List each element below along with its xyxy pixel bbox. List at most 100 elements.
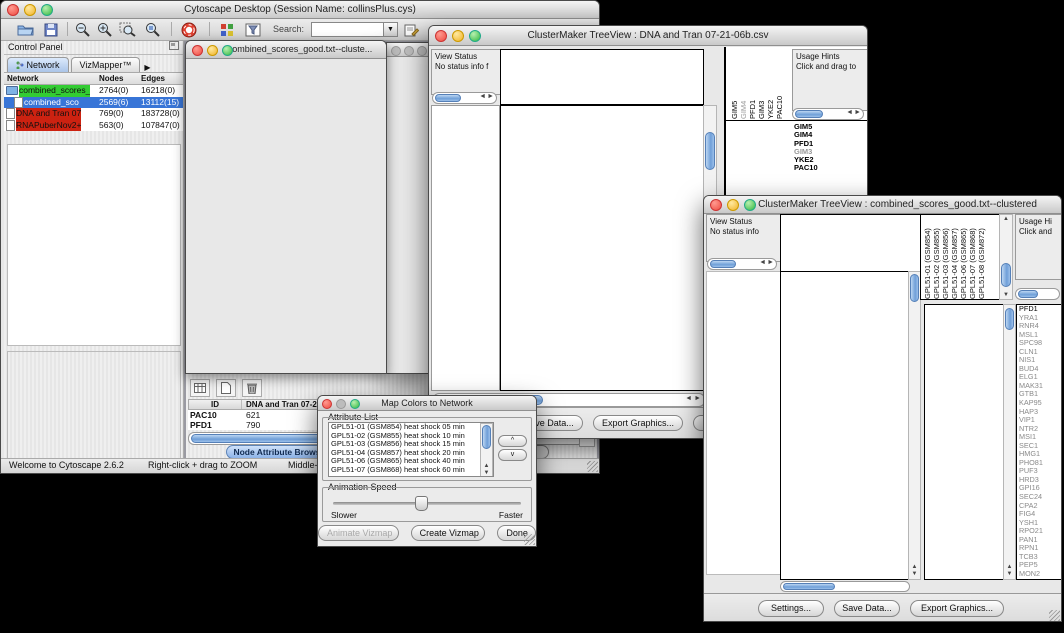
help-lifebuoy-icon[interactable] — [179, 21, 199, 38]
col-nodes[interactable]: Nodes — [99, 73, 141, 84]
network-canvas[interactable] — [186, 59, 384, 372]
resize-grip[interactable] — [587, 461, 598, 472]
main-title-bar[interactable]: Cytoscape Desktop (Session Name: collins… — [1, 1, 599, 19]
close-button[interactable] — [710, 199, 722, 211]
close-button[interactable] — [435, 30, 447, 42]
attribute-list-item[interactable]: GPL51-04 (GSM857) heat shock 20 min — [331, 449, 493, 458]
tab-network[interactable]: Network — [7, 57, 69, 72]
col-edges[interactable]: Edges — [141, 73, 183, 84]
heatmap-canvas[interactable] — [501, 106, 701, 388]
scroll-left-icon[interactable]: ◄ — [846, 108, 853, 118]
scrollbar-thumb[interactable] — [795, 110, 823, 118]
minimize-button[interactable] — [727, 199, 739, 211]
treeview1-title-bar[interactable]: ClusterMaker TreeView : DNA and Tran 07-… — [429, 26, 867, 46]
attribute-list-item[interactable]: GPL51-06 (GSM865) heat shock 40 min — [331, 457, 493, 466]
filter-icon[interactable] — [243, 21, 263, 38]
gene-label[interactable]: YRA1 — [1019, 314, 1062, 323]
gene-label[interactable]: YKE2 — [794, 156, 864, 164]
attribute-list-item[interactable]: GPL51-02 (GSM855) heat shock 10 min — [331, 432, 493, 441]
gene-label[interactable]: PHO81 — [1019, 459, 1062, 468]
zoom-heatmap-canvas[interactable] — [925, 305, 1001, 577]
scrollbar-thumb[interactable] — [1005, 308, 1014, 330]
gene-label[interactable]: RPO21 — [1019, 527, 1062, 536]
close-button[interactable] — [7, 4, 19, 16]
scroll-down-icon[interactable]: ▼ — [481, 470, 492, 476]
minimize-button[interactable] — [336, 399, 346, 409]
birdseye-canvas[interactable] — [8, 352, 178, 456]
gene-label[interactable]: HMG1 — [1019, 450, 1062, 459]
scroll-right-icon[interactable]: ► — [854, 108, 861, 118]
column-labels-vscrollbar[interactable]: ▲ ▼ — [999, 214, 1013, 300]
gene-label[interactable]: MAK31 — [1019, 382, 1062, 391]
search-dropdown-icon[interactable]: ▼ — [383, 22, 398, 37]
row-dendrogram-panel[interactable] — [431, 105, 500, 391]
network-view-title-bar[interactable]: combined_scores_good.txt--cluste... — [186, 41, 386, 59]
animate-vizmap-button[interactable]: Animate Vizmap — [318, 525, 399, 541]
gene-label[interactable]: PUF3 — [1019, 467, 1062, 476]
scrollbar-thumb[interactable] — [783, 583, 835, 590]
gene-label[interactable]: MSL1 — [1019, 331, 1062, 340]
attribute-list-vscrollbar[interactable]: ▲ ▼ — [480, 423, 493, 477]
column-dendrogram-canvas[interactable] — [501, 50, 701, 102]
scrollbar-thumb[interactable] — [482, 425, 491, 449]
gene-label[interactable]: GIM4 — [794, 131, 864, 139]
scroll-right-icon[interactable]: ► — [767, 258, 774, 268]
gene-label[interactable]: KAP95 — [1019, 399, 1062, 408]
scrollbar-thumb[interactable] — [910, 274, 919, 302]
close-button[interactable] — [391, 46, 401, 56]
birdseye-view[interactable] — [7, 351, 181, 459]
attribute-list-item[interactable]: GPL51-03 (GSM856) heat shock 15 min — [331, 440, 493, 449]
heatmap-hscrollbar[interactable] — [780, 581, 910, 592]
scroll-up-icon[interactable]: ▲ — [1004, 564, 1015, 570]
gene-label[interactable]: GIM3 — [794, 148, 864, 156]
gene-label[interactable]: MSI1 — [1019, 433, 1062, 442]
attr-col-id[interactable]: ID — [189, 400, 242, 409]
gene-label[interactable]: PFD1 — [794, 140, 864, 148]
network-row-selected[interactable]: combined_sco 2569(6) 13112(15) — [4, 97, 183, 109]
gene-label[interactable]: GPI16 — [1019, 484, 1062, 493]
usage-hints-hscrollbar[interactable] — [1015, 288, 1060, 300]
network-row[interactable]: DNA and Tran 07 769(0) 183728(0) — [4, 108, 183, 120]
gene-label[interactable]: VIP1 — [1019, 416, 1062, 425]
annotation-icon[interactable] — [401, 21, 421, 38]
gene-label[interactable]: CLN1 — [1019, 348, 1062, 357]
column-dendrogram-panel[interactable] — [500, 49, 704, 105]
zoom-button[interactable] — [417, 46, 427, 56]
export-graphics-button[interactable]: Export Graphics... — [910, 600, 1004, 617]
export-graphics-button[interactable]: Export Graphics... — [593, 415, 683, 431]
close-button[interactable] — [322, 399, 332, 409]
network-row[interactable]: combined_scores_ 2764(0) 16218(0) — [4, 85, 183, 97]
scroll-left-icon[interactable]: ◄ — [685, 394, 692, 404]
gene-label[interactable]: PAN1 — [1019, 536, 1062, 545]
gene-label[interactable]: MON2 — [1019, 570, 1062, 579]
scroll-right-icon[interactable]: ► — [487, 92, 494, 102]
view-status-hscrollbar[interactable]: ◄ ► — [432, 92, 497, 104]
gene-label[interactable]: FIG4 — [1019, 510, 1062, 519]
speed-slider-thumb[interactable] — [415, 496, 428, 511]
search-input[interactable] — [311, 22, 385, 37]
gene-label[interactable]: ELG1 — [1019, 373, 1062, 382]
gene-label[interactable]: GTB1 — [1019, 390, 1062, 399]
minimize-button[interactable] — [404, 46, 414, 56]
scroll-down-icon[interactable]: ▼ — [909, 571, 920, 577]
heatmap-vscrollbar[interactable]: ▲ ▼ — [908, 271, 921, 580]
gene-label[interactable]: PEP5 — [1019, 561, 1062, 570]
close-button[interactable] — [192, 45, 203, 56]
dense-network-canvas[interactable] — [387, 57, 429, 373]
minimize-button[interactable] — [207, 45, 218, 56]
scrollbar-thumb[interactable] — [1001, 263, 1011, 287]
move-up-button[interactable]: ^ — [498, 435, 527, 447]
heatmap-panel[interactable] — [780, 271, 910, 580]
zoom-heatmap-panel[interactable] — [924, 304, 1004, 580]
col-network[interactable]: Network — [4, 73, 99, 84]
zoom-button[interactable] — [41, 4, 53, 16]
attribute-list-item[interactable]: GPL51-01 (GSM854) heat shock 05 min — [331, 423, 493, 432]
network-row[interactable]: RNAPuberNov2+ 563(0) 107847(0) — [4, 120, 183, 132]
gene-label[interactable]: PAC10 — [794, 164, 864, 172]
zoom-in-icon[interactable] — [95, 21, 115, 38]
scroll-right-icon[interactable]: ► — [694, 394, 701, 404]
row-dendrogram-canvas[interactable] — [432, 106, 497, 388]
gene-label[interactable]: NIS1 — [1019, 356, 1062, 365]
zoom-fit-icon[interactable] — [143, 21, 163, 38]
scrollbar-thumb[interactable] — [710, 260, 736, 268]
